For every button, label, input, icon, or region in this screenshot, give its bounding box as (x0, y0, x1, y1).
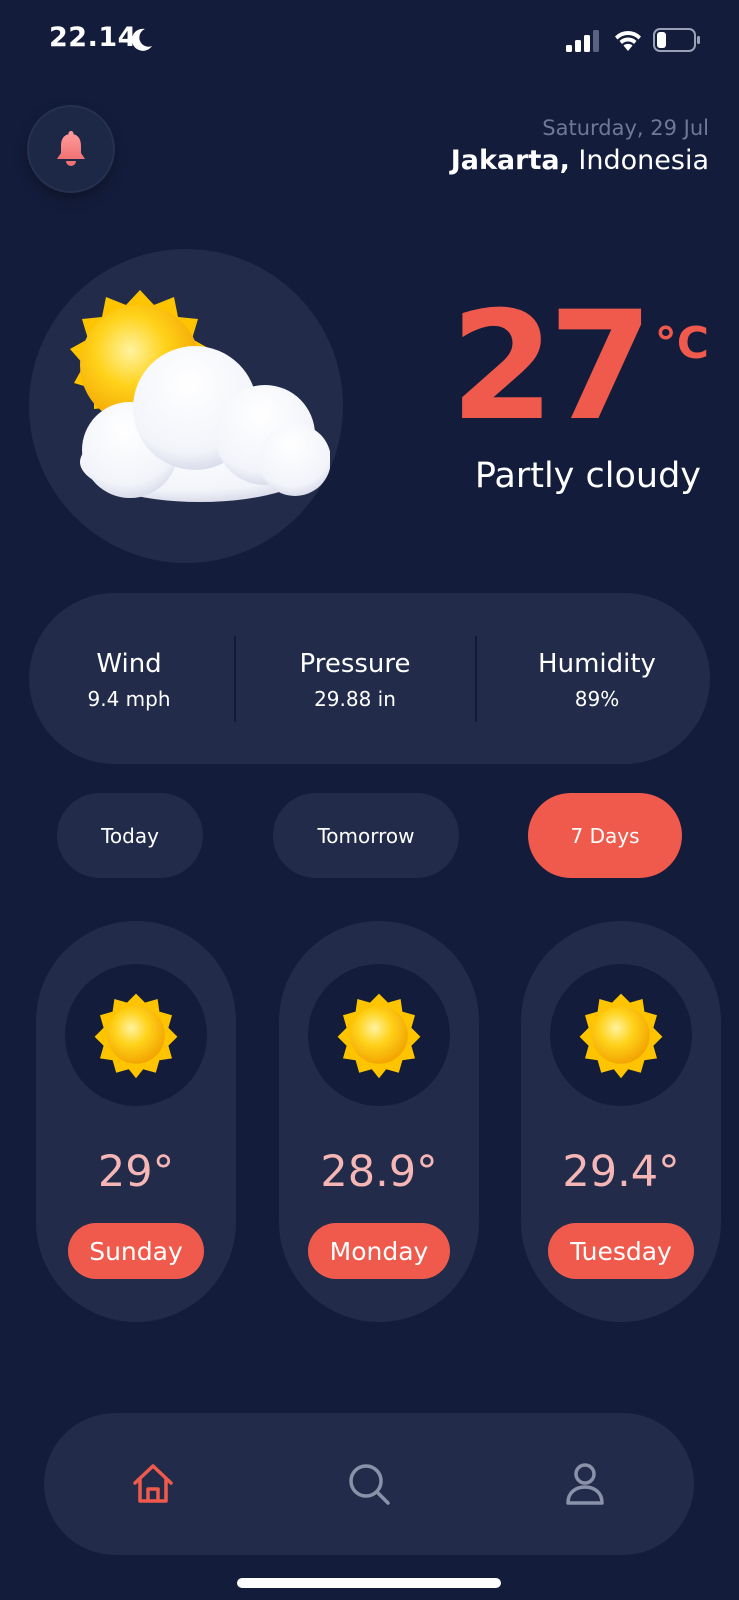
location-city: Jakarta, (450, 145, 570, 176)
nav-home-button[interactable] (121, 1452, 185, 1516)
stat-pressure: Pressure 29.88 in (255, 649, 455, 711)
stat-label: Humidity (538, 649, 656, 679)
stat-divider (475, 636, 477, 722)
forecast-card-monday[interactable]: 28.9° Monday (279, 921, 479, 1322)
status-bar: 22.14 (0, 0, 739, 84)
home-icon (133, 1464, 173, 1503)
forecast-card-tuesday[interactable]: 29.4° Tuesday (521, 921, 721, 1322)
sun-icon (579, 993, 663, 1079)
tab-7-days[interactable]: 7 Days (528, 793, 682, 878)
stat-label: Pressure (299, 649, 411, 679)
status-time: 22.14 (49, 22, 137, 53)
stat-value: 9.4 mph (87, 687, 171, 711)
stat-value: 29.88 in (314, 687, 396, 711)
signal-icon (566, 30, 599, 52)
stat-humidity: Humidity 89% (497, 649, 697, 711)
forecast-icon-circle (550, 964, 692, 1106)
tab-tomorrow[interactable]: Tomorrow (273, 793, 459, 878)
forecast-icon-circle (308, 964, 450, 1106)
forecast-day-label: Tuesday (548, 1223, 694, 1279)
stat-divider (234, 636, 236, 722)
partly-cloudy-icon (70, 290, 330, 502)
temperature-unit: °C (654, 318, 709, 369)
location-country: Indonesia (578, 145, 709, 176)
stat-label: Wind (96, 649, 162, 679)
weather-condition: Partly cloudy (474, 456, 701, 496)
bottom-navigation (44, 1413, 694, 1555)
nav-search-button[interactable] (337, 1452, 401, 1516)
search-icon (349, 1464, 390, 1505)
wifi-icon (615, 30, 641, 51)
current-temperature: 27 (450, 280, 653, 454)
sun-icon (337, 993, 421, 1079)
weather-stats-card: Wind 9.4 mph Pressure 29.88 in Humidity … (29, 593, 710, 764)
battery-icon (653, 28, 700, 52)
home-indicator[interactable] (237, 1578, 501, 1588)
forecast-day-label: Monday (308, 1223, 450, 1279)
bell-icon (57, 131, 85, 166)
forecast-temperature: 28.9° (320, 1147, 438, 1197)
location: Jakarta, Indonesia (451, 145, 709, 176)
forecast-icon-circle (65, 964, 207, 1106)
stat-wind: Wind 9.4 mph (29, 649, 229, 711)
nav-profile-button[interactable] (553, 1452, 617, 1516)
forecast-temperature: 29° (97, 1147, 175, 1197)
notifications-button[interactable] (29, 107, 113, 191)
profile-icon (566, 1463, 604, 1505)
forecast-temperature: 29.4° (562, 1147, 680, 1197)
weather-screen: 22.14 Saturday, 29 Jul Jakarta, Indonesi… (0, 0, 739, 1600)
moon-icon (131, 28, 152, 51)
current-date: Saturday, 29 Jul (542, 116, 709, 140)
forecast-card-sunday[interactable]: 29° Sunday (36, 921, 236, 1322)
forecast-day-label: Sunday (68, 1223, 204, 1279)
stat-value: 89% (574, 687, 620, 711)
sun-icon (94, 993, 178, 1079)
tab-today[interactable]: Today (57, 793, 203, 878)
